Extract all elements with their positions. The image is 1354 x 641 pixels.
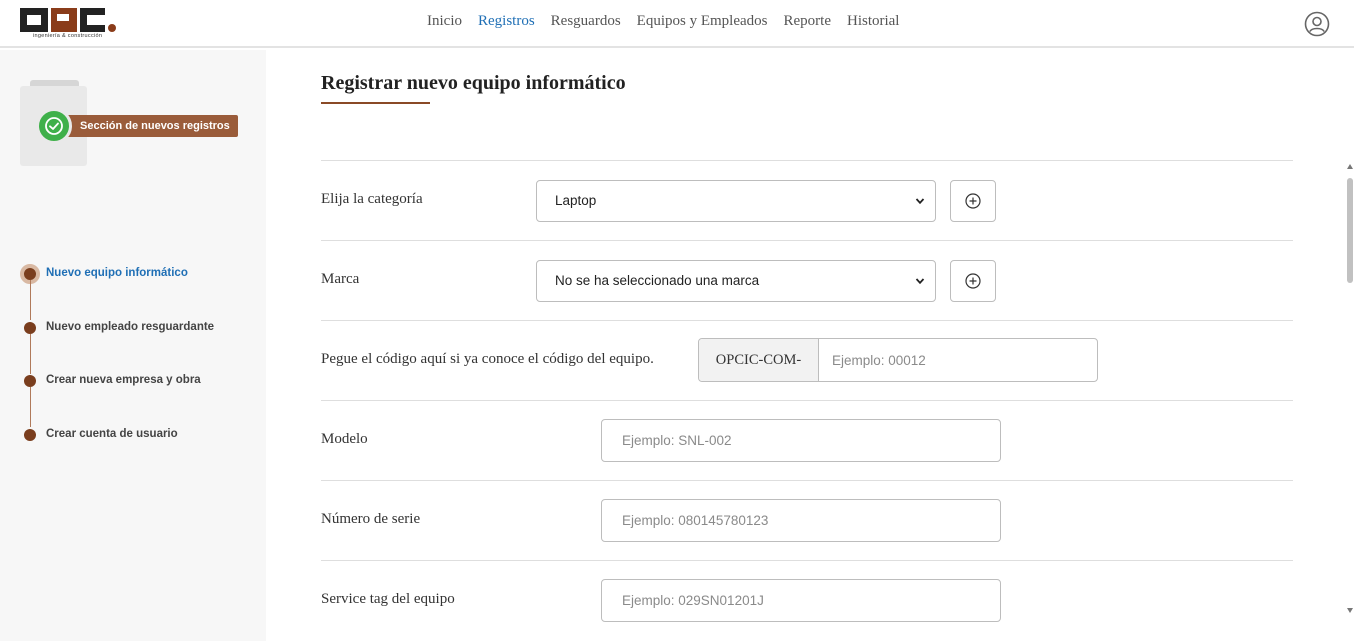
step-label: Nuevo empleado resguardante [46,320,215,333]
plus-circle-icon [965,273,981,289]
service-tag-input[interactable] [601,579,1001,622]
logo-mark [20,8,116,32]
scrollbar-thumb[interactable] [1347,178,1353,283]
form-row-code: Pegue el código aquí si ya conoce el cód… [321,320,1293,400]
step-connector [29,280,31,320]
brand-value: No se ha seleccionado una marca [555,273,760,288]
logo-tagline: ingeniería & construcción [33,33,103,39]
step-label: Crear cuenta de usuario [46,428,178,441]
scroll-up-arrow-icon[interactable] [1347,164,1353,169]
step-label: Crear nueva empresa y obra [46,374,201,387]
add-brand-button[interactable] [950,260,996,302]
check-circle-icon [36,108,72,144]
nav-historial[interactable]: Historial [847,13,900,30]
step-label: Nuevo equipo informático [46,267,188,279]
main-nav: Inicio Registros Resguardos Equipos y Em… [427,13,915,30]
chevron-down-icon [915,198,925,205]
serial-input[interactable] [601,499,1001,542]
category-select[interactable]: Laptop [536,180,936,222]
scroll-down-arrow-icon[interactable] [1347,608,1353,613]
category-label: Elija la categoría [321,191,423,207]
main-content: Registrar nuevo equipo informático Elija… [266,50,1354,641]
form-row-serial: Número de serie [321,480,1293,560]
equipment-form: Elija la categoría Laptop Marca No se ha… [321,160,1293,640]
form-row-category: Elija la categoría Laptop [321,160,1293,240]
nav-reporte[interactable]: Reporte [784,13,831,30]
service-tag-label: Service tag del equipo [321,591,455,607]
code-input[interactable] [820,339,1097,381]
title-underline [321,102,430,104]
code-input-group: OPCIC-COM- [698,338,1098,382]
step-dot [24,321,36,334]
chevron-down-icon [915,278,925,285]
model-input[interactable] [601,419,1001,462]
step-dot [24,429,36,442]
section-badge: Sección de nuevos registros [56,115,238,137]
category-value: Laptop [555,193,597,208]
company-logo[interactable]: ingeniería & construcción [20,6,120,42]
step-dot [24,375,36,388]
nav-resguardos[interactable]: Resguardos [551,13,621,30]
serial-label: Número de serie [321,511,421,527]
plus-circle-icon [965,193,981,209]
form-row-brand: Marca No se ha seleccionado una marca [321,240,1293,320]
add-category-button[interactable] [950,180,996,222]
model-label: Modelo [321,431,368,447]
form-row-service-tag: Service tag del equipo [321,560,1293,640]
user-circle-icon[interactable] [1304,11,1330,37]
step-connector [29,333,31,374]
section-badge-label: Sección de nuevos registros [80,120,230,132]
nav-registros[interactable]: Registros [478,13,535,30]
code-label: Pegue el código aquí si ya conoce el cód… [321,351,654,367]
page-title: Registrar nuevo equipo informático [321,72,626,94]
page-scrollbar[interactable] [1345,160,1354,615]
form-row-model: Modelo [321,400,1293,480]
brand-select[interactable]: No se ha seleccionado una marca [536,260,936,302]
nav-inicio[interactable]: Inicio [427,13,462,30]
brand-label: Marca [321,271,360,287]
top-navbar: ingeniería & construcción Inicio Registr… [0,0,1354,48]
step-connector [29,387,31,428]
code-prefix: OPCIC-COM- [699,339,819,381]
nav-equipos-empleados[interactable]: Equipos y Empleados [637,13,768,30]
sidebar: Sección de nuevos registros Nuevo equipo… [0,50,266,641]
